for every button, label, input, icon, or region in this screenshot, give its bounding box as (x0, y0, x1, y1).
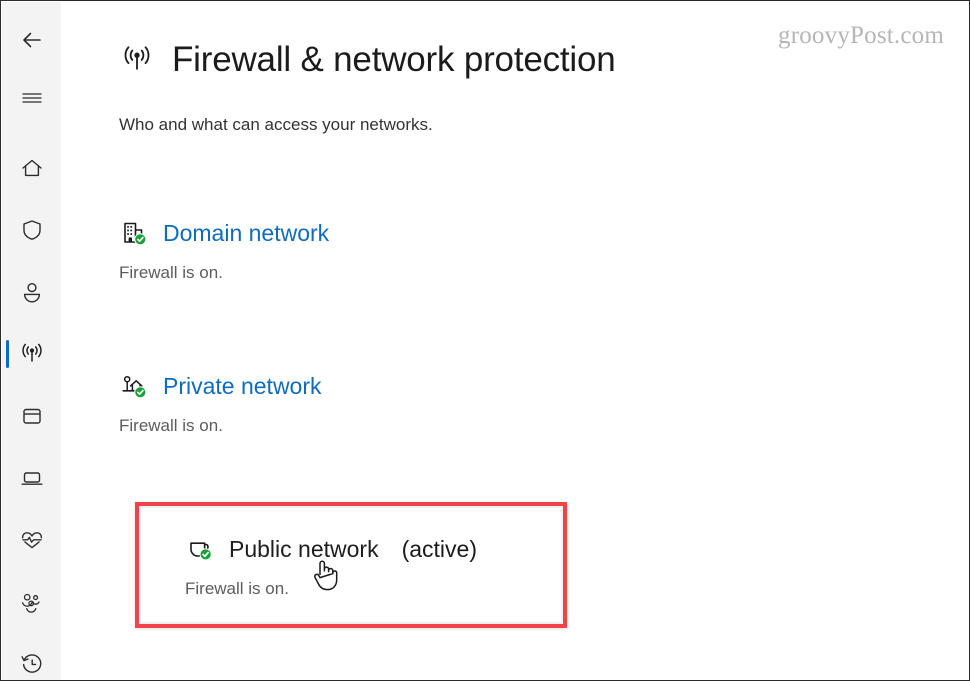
back-arrow-icon (22, 32, 41, 48)
profile-status: Firewall is on. (119, 416, 223, 435)
sidebar-item-device[interactable] (2, 454, 61, 502)
sidebar-item-history[interactable] (2, 640, 61, 680)
history-clock-icon (20, 654, 41, 673)
coffee-cup-icon (190, 542, 212, 561)
family-group-icon (21, 593, 40, 613)
profile-name-label[interactable]: Public network (229, 536, 379, 563)
green-check-badge (134, 233, 147, 246)
active-indicator (6, 340, 9, 368)
wifi-signal-icon (21, 343, 42, 362)
navigation-sidebar (2, 2, 61, 680)
profile-active-badge: (active) (401, 535, 477, 562)
profile-public-network[interactable]: Public network (active) Firewall is on. (185, 532, 565, 599)
app-window-icon (22, 408, 41, 424)
windows-security-window: groovyPost.com Firewall & network protec… (0, 0, 970, 681)
profile-name-link[interactable]: Private network (163, 373, 322, 400)
sidebar-item-home[interactable] (2, 144, 61, 192)
sidebar-item-health[interactable] (2, 516, 61, 564)
shield-icon (22, 220, 41, 240)
highlight-annotation-box: Public network (active) Firewall is on. (135, 502, 567, 628)
watermark: groovyPost.com (778, 22, 944, 49)
profile-header: Public network (active) (185, 532, 565, 566)
wifi-signal-icon (124, 46, 150, 70)
profile-header: Domain network (119, 216, 539, 250)
sidebar-item-firewall[interactable] (2, 330, 61, 378)
profile-name-link[interactable]: Domain network (163, 220, 329, 247)
sidebar-item-virus[interactable] (2, 206, 61, 254)
building-icon (124, 222, 147, 246)
profile-domain-network[interactable]: Domain network Firewall is on. (119, 216, 539, 283)
sidebar-item-family[interactable] (2, 578, 61, 626)
page-title-row: Firewall & network protection (119, 40, 616, 80)
back-button[interactable] (2, 16, 61, 64)
page-title: Firewall & network protection (172, 40, 616, 79)
sidebar-item-account[interactable] (2, 268, 61, 316)
main-content: groovyPost.com Firewall & network protec… (61, 2, 968, 679)
profile-status: Firewall is on. (119, 263, 223, 282)
home-icon (21, 159, 42, 177)
nav-menu-button[interactable] (2, 74, 61, 122)
profile-header: Private network (119, 369, 539, 403)
heart-pulse-icon (20, 532, 43, 549)
profile-private-network[interactable]: Private network Firewall is on. (119, 369, 539, 436)
hamburger-menu-icon (21, 93, 42, 103)
device-laptop-icon (21, 472, 42, 485)
page-subtitle: Who and what can access your networks. (119, 115, 433, 134)
green-check-badge (199, 548, 212, 561)
person-icon (23, 283, 40, 303)
house-icon (122, 375, 147, 399)
sidebar-item-appbrowser[interactable] (2, 392, 61, 440)
green-check-badge (134, 386, 147, 399)
profile-status: Firewall is on. (185, 579, 289, 598)
